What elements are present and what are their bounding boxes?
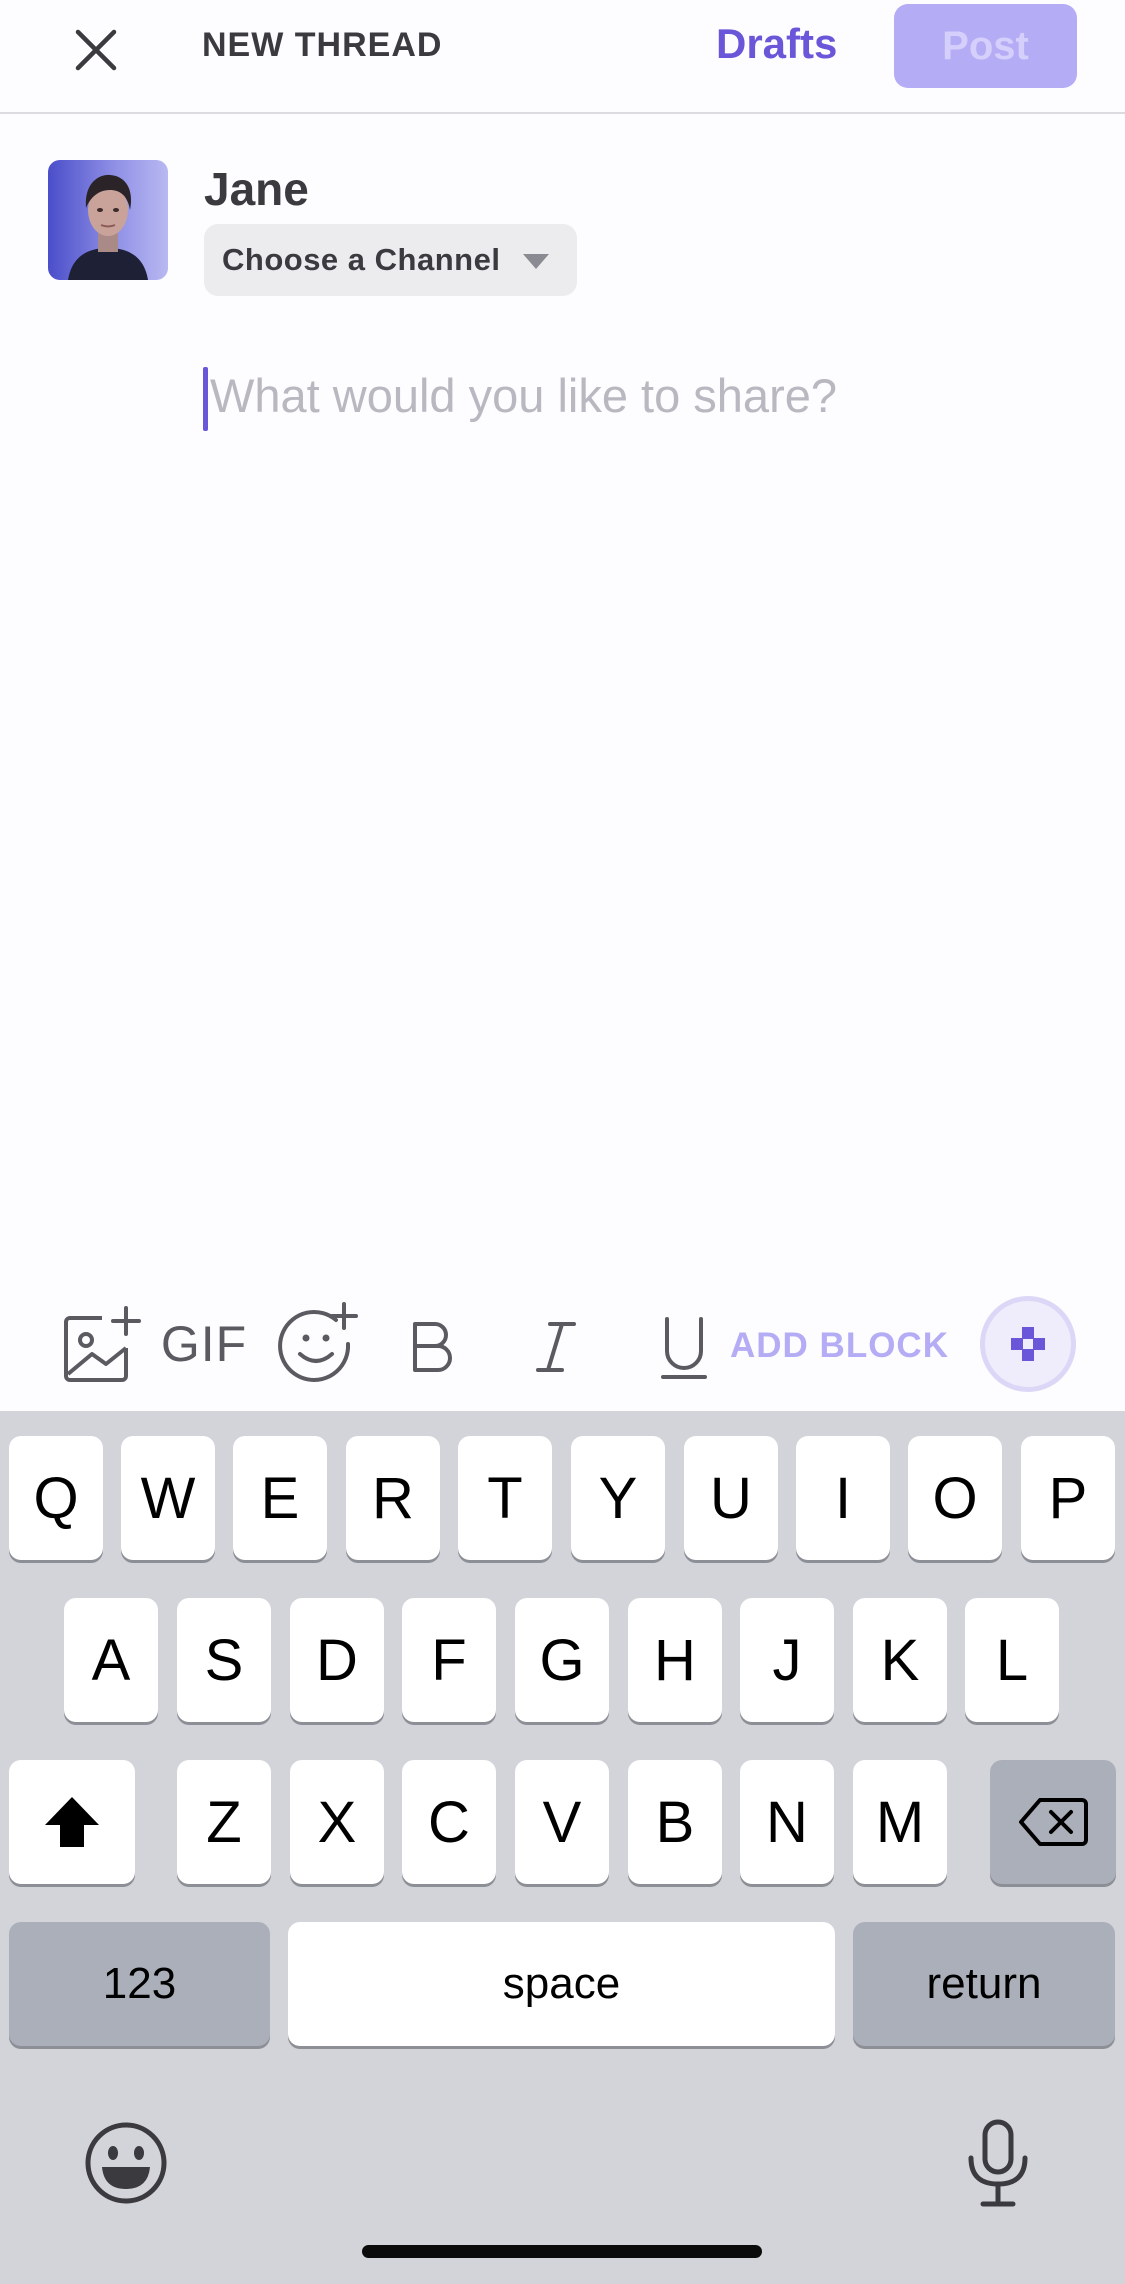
key[interactable]: E: [233, 1436, 327, 1560]
italic-icon: [536, 1322, 576, 1372]
key[interactable]: V: [515, 1760, 609, 1884]
top-bar: NEW THREAD Drafts Post: [0, 0, 1125, 114]
text-cursor: [203, 367, 208, 431]
add-emoji-icon: [278, 1302, 358, 1382]
shift-icon: [45, 1797, 99, 1847]
home-indicator[interactable]: [362, 2245, 762, 2258]
key[interactable]: L: [965, 1598, 1059, 1722]
add-block-button[interactable]: ADD BLOCK: [730, 1326, 949, 1366]
channel-select-label: Choose a Channel: [222, 242, 501, 277]
blocks-icon: [1011, 1327, 1045, 1361]
username: Jane: [204, 163, 309, 215]
key[interactable]: M: [853, 1760, 947, 1884]
emoji-keyboard-button[interactable]: [80, 2117, 172, 2209]
key[interactable]: P: [1021, 1436, 1115, 1560]
key[interactable]: W: [121, 1436, 215, 1560]
underline-icon: [661, 1317, 707, 1379]
channel-select[interactable]: Choose a Channel: [204, 224, 577, 296]
numbers-key[interactable]: 123: [9, 1922, 270, 2046]
key[interactable]: D: [290, 1598, 384, 1722]
key[interactable]: X: [290, 1760, 384, 1884]
chevron-down-icon: [523, 254, 549, 269]
close-icon: [75, 29, 117, 71]
gif-button[interactable]: GIF: [160, 1304, 248, 1384]
add-emoji-button[interactable]: [276, 1300, 360, 1384]
key[interactable]: S: [177, 1598, 271, 1722]
space-key[interactable]: space: [288, 1922, 835, 2046]
page-title: NEW THREAD: [202, 26, 443, 64]
key[interactable]: Q: [9, 1436, 103, 1560]
return-key[interactable]: return: [853, 1922, 1115, 2046]
italic-button[interactable]: [524, 1312, 588, 1382]
key[interactable]: G: [515, 1598, 609, 1722]
gif-label: GIF: [160, 1316, 248, 1372]
key[interactable]: O: [908, 1436, 1002, 1560]
key[interactable]: U: [684, 1436, 778, 1560]
key[interactable]: Z: [177, 1760, 271, 1884]
avatar: [48, 160, 168, 280]
underline-button[interactable]: [652, 1308, 716, 1388]
key[interactable]: F: [402, 1598, 496, 1722]
blocks-button[interactable]: [980, 1296, 1076, 1392]
post-button[interactable]: Post: [894, 4, 1077, 88]
emoji-icon: [85, 2122, 167, 2204]
key[interactable]: J: [740, 1598, 834, 1722]
shift-key[interactable]: [9, 1760, 135, 1884]
key[interactable]: T: [458, 1436, 552, 1560]
microphone-icon: [968, 2119, 1028, 2207]
key[interactable]: K: [853, 1598, 947, 1722]
bold-icon: [413, 1322, 452, 1372]
add-image-button[interactable]: [62, 1304, 142, 1384]
on-screen-keyboard: Q W E R T Y U I O P A S D F G H J K L Z …: [0, 1411, 1125, 2284]
key[interactable]: Y: [571, 1436, 665, 1560]
key[interactable]: I: [796, 1436, 890, 1560]
key[interactable]: H: [628, 1598, 722, 1722]
thread-body-input[interactable]: [210, 360, 1060, 430]
close-button[interactable]: [60, 14, 132, 86]
dictation-button[interactable]: [952, 2117, 1044, 2209]
key[interactable]: N: [740, 1760, 834, 1884]
key[interactable]: C: [402, 1760, 496, 1884]
formatting-toolbar: GIF ADD BLOCK: [0, 1290, 1125, 1410]
add-image-icon: [64, 1306, 141, 1382]
backspace-icon: [1019, 1798, 1088, 1846]
key[interactable]: A: [64, 1598, 158, 1722]
bold-button[interactable]: [400, 1312, 464, 1382]
key[interactable]: R: [346, 1436, 440, 1560]
backspace-key[interactable]: [990, 1760, 1116, 1884]
drafts-button[interactable]: Drafts: [716, 20, 837, 68]
key[interactable]: B: [628, 1760, 722, 1884]
